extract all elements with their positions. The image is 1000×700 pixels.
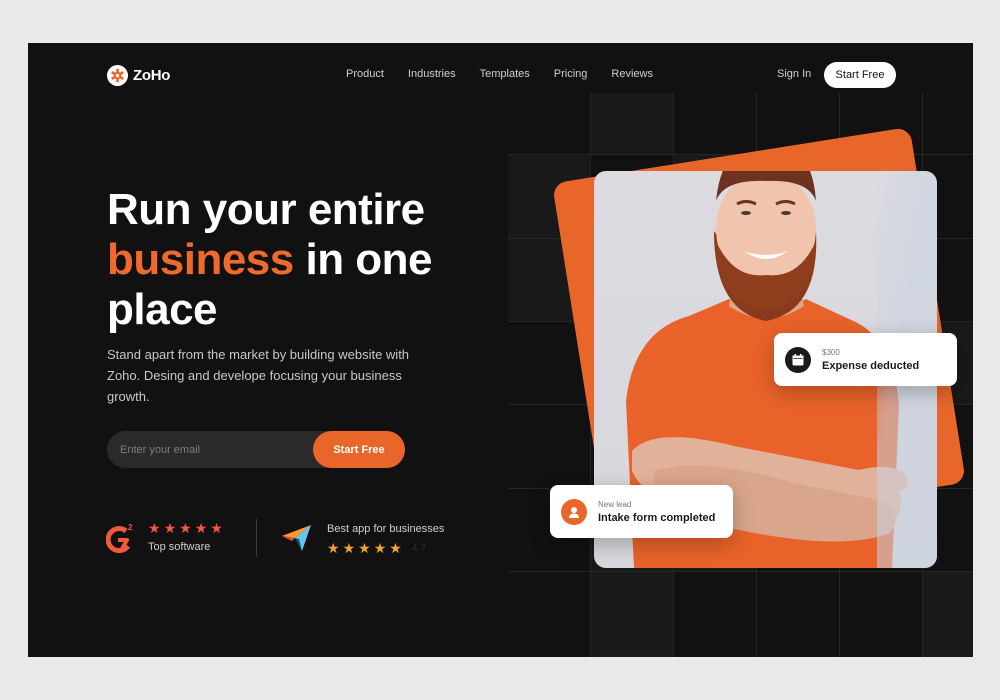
lead-title: Intake form completed [598, 511, 716, 524]
hero-heading: Run your entire business in one place [107, 185, 497, 335]
email-input[interactable] [120, 431, 310, 468]
ratings-divider [256, 519, 257, 557]
expense-notification-card: $300 Expense deducted [774, 333, 957, 386]
grid-cell [508, 405, 591, 489]
star-icon: ★ [373, 540, 387, 556]
grid-cell [840, 572, 923, 657]
hero-description: Stand apart from the market by building … [107, 347, 410, 404]
main-nav: Product Industries Templates Pricing Rev… [346, 68, 653, 80]
hero-start-free-button[interactable]: Start Free [313, 431, 405, 468]
capterra-score: 4.7 [411, 542, 426, 554]
nav-reviews[interactable]: Reviews [611, 68, 653, 80]
expense-text: $300 Expense deducted [822, 348, 919, 372]
grid-cell [757, 572, 840, 657]
nav-industries[interactable]: Industries [408, 68, 456, 80]
grid-cell [674, 93, 757, 155]
capterra-label: Best app for businesses [327, 523, 445, 535]
nav-templates[interactable]: Templates [480, 68, 530, 80]
svg-text:2: 2 [128, 523, 133, 532]
g2-rating-stars: ★ ★ ★ ★ ★ [148, 521, 223, 535]
star-icon: ★ [179, 520, 192, 536]
landing-page: ZoHo Product Industries Templates Pricin… [28, 43, 973, 657]
star-icon: ★ [210, 520, 223, 536]
grid-cell [923, 93, 973, 155]
lead-notification-card: New lead Intake form completed [550, 485, 733, 538]
star-icon: ★ [148, 520, 161, 536]
grid-cell [923, 572, 973, 657]
capterra-star-list: ★ ★ ★ ★ ★ [327, 541, 402, 555]
expense-amount: $300 [822, 347, 840, 357]
header-start-free-button[interactable]: Start Free [824, 62, 896, 88]
nav-product[interactable]: Product [346, 68, 384, 80]
email-signup-form: Start Free [107, 431, 405, 468]
grid-cell [591, 572, 674, 657]
hero-heading-accent: business [107, 235, 294, 284]
gear-flower-icon [107, 65, 128, 86]
g2-label: Top software [148, 541, 211, 553]
nav-pricing[interactable]: Pricing [554, 68, 588, 80]
grid-cell [508, 572, 591, 657]
hero-heading-line3: place [107, 285, 218, 334]
lead-subtitle: New lead [598, 499, 632, 509]
star-icon: ★ [358, 540, 371, 556]
calendar-icon [785, 346, 811, 373]
star-icon: ★ [194, 520, 208, 536]
hero-heading-line1: Run your entire [107, 185, 425, 234]
grid-cell [674, 572, 757, 657]
sign-in-link[interactable]: Sign In [777, 68, 811, 80]
brand-name: ZoHo [133, 67, 171, 84]
star-icon: ★ [389, 540, 402, 556]
expense-title: Expense deducted [822, 359, 920, 372]
star-icon: ★ [163, 520, 177, 536]
grid-cell [508, 93, 591, 155]
capterra-logo-icon [282, 523, 312, 558]
capterra-rating-stars: ★ ★ ★ ★ ★ 4.7 [327, 541, 426, 555]
user-icon [561, 498, 587, 525]
hero-heading-line2: in one [293, 235, 433, 284]
brand-logo[interactable]: ZoHo [107, 65, 170, 86]
g2-logo-icon: 2 [105, 522, 136, 559]
lead-text: New lead Intake form completed [598, 500, 715, 524]
star-icon: ★ [327, 540, 340, 556]
star-icon: ★ [342, 540, 356, 556]
grid-cell [591, 93, 674, 155]
